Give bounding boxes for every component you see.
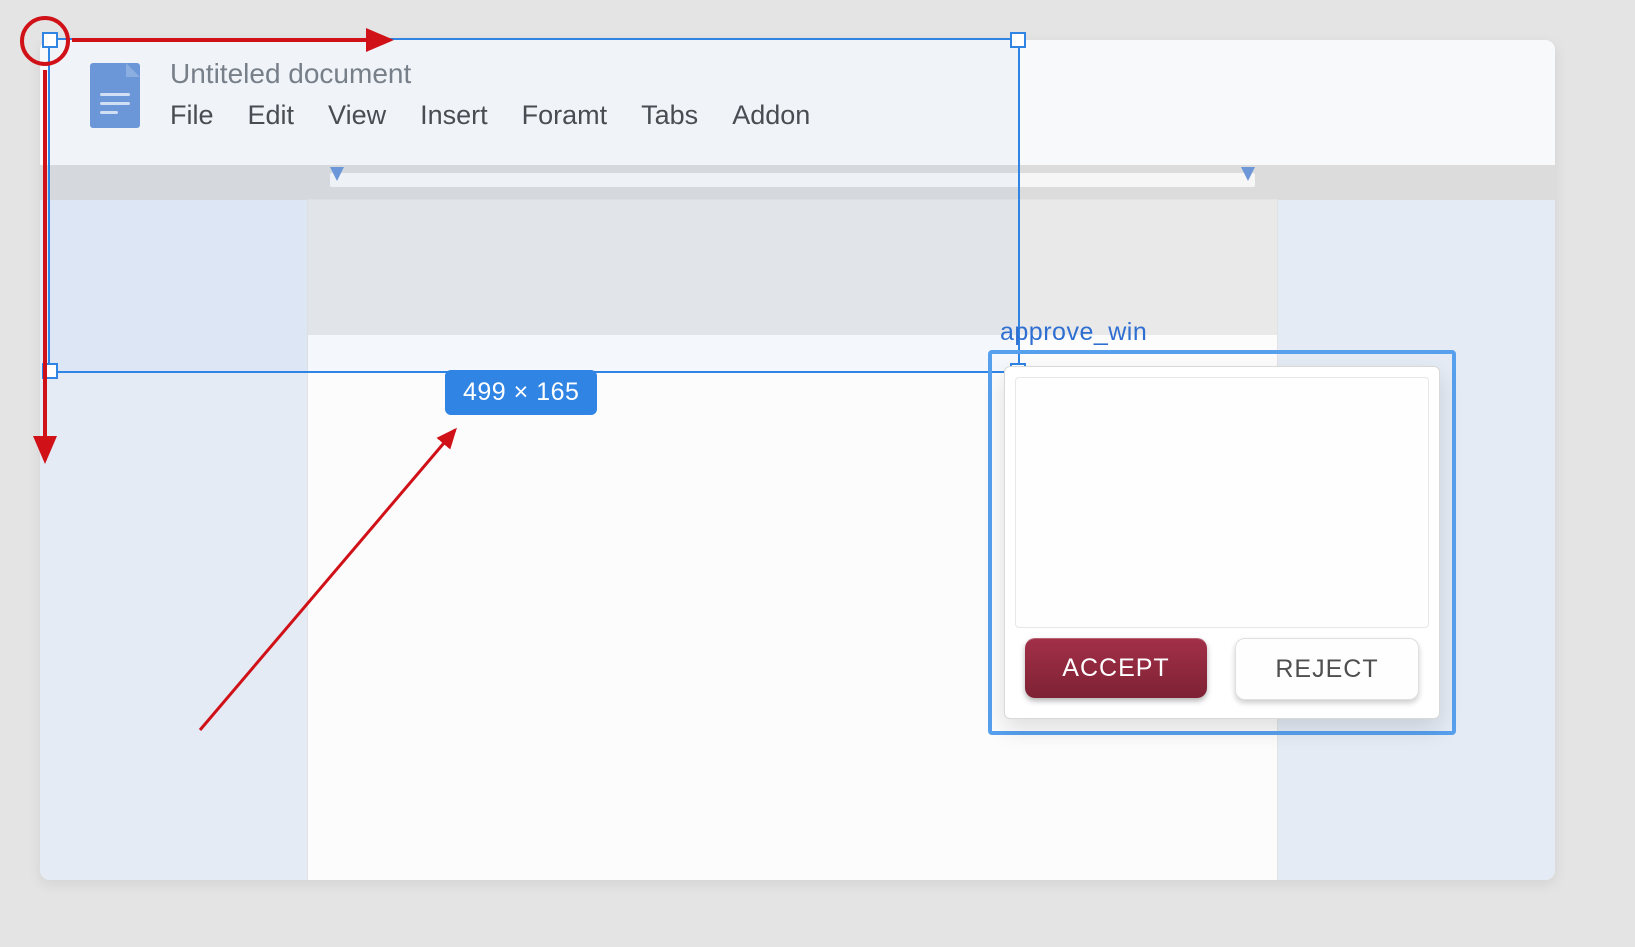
ruler xyxy=(40,165,1555,200)
docs-icon xyxy=(90,63,140,128)
app-header: Untiteled document File Edit View Insert… xyxy=(40,40,1555,165)
docs-icon-lines xyxy=(100,93,130,114)
approve-button-row: ACCEPT REJECT xyxy=(1025,638,1419,700)
approve-window-selection[interactable]: ACCEPT REJECT xyxy=(988,350,1456,735)
menu-addon[interactable]: Addon xyxy=(732,100,810,131)
document-title[interactable]: Untiteled document xyxy=(170,58,411,90)
ruler-track xyxy=(330,173,1255,187)
menu-tabs[interactable]: Tabs xyxy=(641,100,698,131)
reject-button[interactable]: REJECT xyxy=(1235,638,1419,700)
selection-size-badge: 499 × 165 xyxy=(445,370,597,415)
menu-insert[interactable]: Insert xyxy=(420,100,488,131)
approve-window: ACCEPT REJECT xyxy=(1004,366,1440,719)
menu-view[interactable]: View xyxy=(328,100,386,131)
menu-edit[interactable]: Edit xyxy=(248,100,295,131)
menu-file[interactable]: File xyxy=(170,100,214,131)
accept-button[interactable]: ACCEPT xyxy=(1025,638,1207,698)
menubar: File Edit View Insert Foramt Tabs Addon xyxy=(170,100,810,131)
page-header-area xyxy=(308,200,1277,335)
menu-format[interactable]: Foramt xyxy=(522,100,608,131)
approve-content-area xyxy=(1015,377,1429,628)
approve-window-label: approve_win xyxy=(1000,318,1147,347)
